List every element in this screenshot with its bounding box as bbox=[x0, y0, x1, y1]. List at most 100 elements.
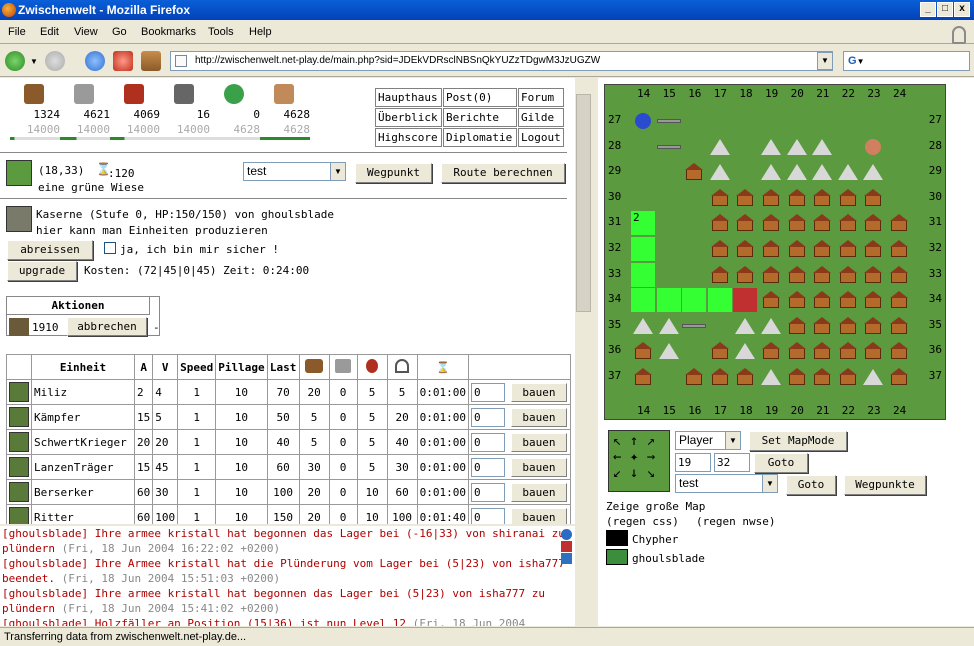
house-icon[interactable] bbox=[733, 237, 757, 261]
house-icon[interactable] bbox=[733, 365, 757, 389]
house-icon[interactable] bbox=[759, 211, 783, 235]
unit-quantity-input[interactable]: 0 bbox=[470, 457, 505, 477]
house-icon[interactable] bbox=[810, 365, 834, 389]
mountain-icon[interactable] bbox=[733, 339, 757, 363]
house-icon[interactable] bbox=[785, 237, 809, 261]
mountain-icon[interactable] bbox=[759, 314, 783, 338]
globe-icon[interactable] bbox=[561, 529, 572, 540]
home-icon[interactable] bbox=[141, 51, 161, 71]
build-button[interactable]: bauen bbox=[510, 432, 567, 452]
unit-quantity-input[interactable]: 0 bbox=[470, 432, 505, 452]
mountain-icon[interactable] bbox=[708, 135, 732, 159]
menu-help[interactable]: Help bbox=[249, 26, 272, 38]
mountain-icon[interactable] bbox=[759, 135, 783, 159]
mountain-icon[interactable] bbox=[836, 160, 860, 184]
message-scrollbar[interactable] bbox=[575, 526, 592, 626]
forward-icon[interactable] bbox=[45, 51, 65, 71]
mountain-icon[interactable] bbox=[785, 135, 809, 159]
road-icon[interactable] bbox=[656, 109, 681, 133]
house-icon[interactable] bbox=[708, 263, 732, 287]
mountain-icon[interactable] bbox=[861, 160, 885, 184]
link-diplomatie[interactable]: Diplomatie bbox=[443, 128, 517, 147]
highlighted-tile[interactable] bbox=[631, 237, 655, 261]
build-button[interactable]: bauen bbox=[510, 382, 567, 402]
build-button[interactable]: bauen bbox=[510, 407, 567, 427]
house-icon[interactable] bbox=[785, 186, 809, 210]
house-icon[interactable] bbox=[810, 288, 834, 312]
house-icon[interactable] bbox=[631, 339, 655, 363]
highlighted-tile[interactable] bbox=[631, 262, 655, 287]
house-icon[interactable] bbox=[682, 365, 706, 389]
unit-quantity-input[interactable]: 0 bbox=[470, 507, 505, 524]
build-button[interactable]: bauen bbox=[510, 507, 567, 524]
link-post[interactable]: Post(0) bbox=[443, 88, 517, 107]
house-icon[interactable] bbox=[887, 314, 911, 338]
url-bar[interactable]: http://zwischenwelt.net-play.de/main.php… bbox=[170, 51, 833, 71]
house-icon[interactable] bbox=[836, 263, 860, 287]
house-icon[interactable] bbox=[836, 237, 860, 261]
road-icon[interactable] bbox=[682, 314, 707, 338]
house-icon[interactable] bbox=[810, 314, 834, 338]
route-button[interactable]: Route berechnen bbox=[441, 163, 565, 183]
house-icon[interactable] bbox=[810, 211, 834, 235]
army-icon[interactable] bbox=[631, 109, 655, 133]
house-icon[interactable] bbox=[887, 211, 911, 235]
world-map[interactable]: 14 14 15 15 16 16 17 17 18 18 19 19 20 20 21 21 22 22 23 23… bbox=[604, 84, 946, 420]
house-icon[interactable] bbox=[861, 211, 885, 235]
x-coord-input[interactable]: 19 bbox=[675, 453, 711, 472]
house-icon[interactable] bbox=[836, 339, 860, 363]
mountain-icon[interactable] bbox=[759, 160, 783, 184]
house-icon[interactable] bbox=[861, 314, 885, 338]
house-icon[interactable] bbox=[861, 339, 885, 363]
house-icon[interactable] bbox=[785, 365, 809, 389]
waypoint-button[interactable]: Wegpunkt bbox=[355, 163, 432, 183]
house-icon[interactable] bbox=[733, 211, 757, 235]
house-icon[interactable] bbox=[759, 288, 783, 312]
stop-icon[interactable] bbox=[113, 51, 133, 71]
set-mapmode-button[interactable]: Set MapMode bbox=[749, 431, 847, 451]
close-button[interactable]: x bbox=[954, 2, 970, 17]
house-icon[interactable] bbox=[733, 186, 757, 210]
highlighted-tile[interactable] bbox=[631, 288, 655, 313]
build-button[interactable]: bauen bbox=[510, 457, 567, 477]
house-icon[interactable] bbox=[887, 263, 911, 287]
build-button[interactable]: bauen bbox=[510, 482, 567, 502]
house-icon[interactable] bbox=[733, 263, 757, 287]
house-icon[interactable] bbox=[836, 186, 860, 210]
link-gilde[interactable]: Gilde bbox=[518, 108, 564, 127]
link-logout[interactable]: Logout bbox=[518, 128, 564, 147]
scrollbar-thumb[interactable] bbox=[576, 94, 591, 312]
house-icon[interactable] bbox=[836, 365, 860, 389]
house-icon[interactable] bbox=[810, 339, 834, 363]
map-direction-pad[interactable]: ↖ ↑ ↗ ← ✦ → ↙ ↓ ↘ bbox=[608, 430, 670, 492]
menu-bookmarks[interactable]: Bookmarks bbox=[141, 26, 196, 38]
y-coord-input[interactable]: 32 bbox=[714, 453, 750, 472]
house-icon[interactable] bbox=[810, 263, 834, 287]
house-icon[interactable] bbox=[785, 339, 809, 363]
demolish-button[interactable]: abreissen bbox=[7, 240, 93, 260]
link-highscore[interactable]: Highscore bbox=[375, 128, 442, 147]
house-icon[interactable] bbox=[785, 211, 809, 235]
mountain-icon[interactable] bbox=[631, 314, 655, 338]
menu-edit[interactable]: Edit bbox=[40, 26, 59, 38]
house-icon[interactable] bbox=[759, 186, 783, 210]
big-map-link[interactable]: Zeige große Map bbox=[606, 500, 705, 513]
house-icon[interactable] bbox=[861, 237, 885, 261]
house-icon[interactable] bbox=[785, 263, 809, 287]
house-icon[interactable] bbox=[836, 211, 860, 235]
house-icon[interactable] bbox=[631, 365, 655, 389]
highlighted-tile[interactable] bbox=[707, 288, 732, 313]
house-icon[interactable] bbox=[759, 237, 783, 261]
menu-go[interactable]: Go bbox=[112, 26, 127, 38]
waypoints-button[interactable]: Wegpunkte bbox=[844, 475, 926, 495]
house-icon[interactable] bbox=[887, 237, 911, 261]
search-field[interactable]: G▼ bbox=[843, 51, 970, 71]
menu-tools[interactable]: Tools bbox=[208, 26, 234, 38]
house-icon[interactable] bbox=[785, 288, 809, 312]
mountain-icon[interactable] bbox=[733, 314, 757, 338]
house-icon[interactable] bbox=[810, 186, 834, 210]
link-berichte[interactable]: Berichte bbox=[443, 108, 517, 127]
mountain-icon[interactable] bbox=[759, 365, 783, 389]
main-scrollbar[interactable] bbox=[575, 78, 592, 524]
confirm-checkbox[interactable] bbox=[104, 242, 116, 254]
